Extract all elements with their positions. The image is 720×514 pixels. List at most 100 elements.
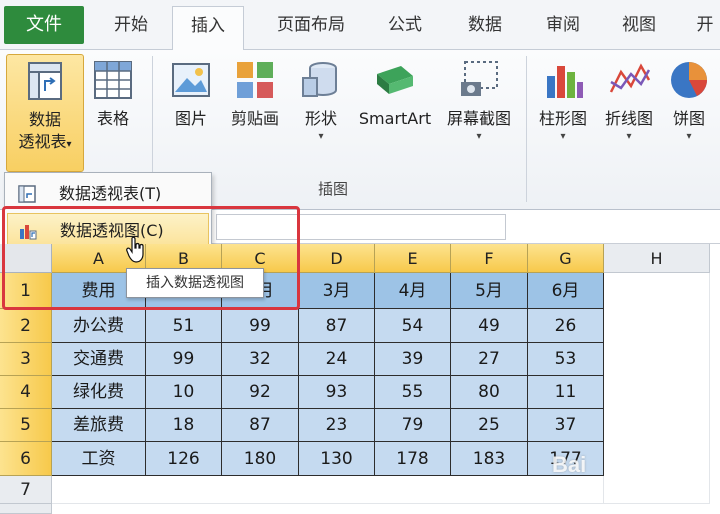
column-header-d[interactable]: D xyxy=(299,244,375,273)
pie-chart-label: 饼图 xyxy=(672,109,705,128)
table-cell[interactable]: 24 xyxy=(299,343,375,376)
screenshot-dropdown-arrow: ▾ xyxy=(476,131,482,142)
table-cell[interactable]: 99 xyxy=(146,343,222,376)
tab-review[interactable]: 审阅 xyxy=(530,12,596,38)
menu-item-pivot-table-label: 数据透视表(T) xyxy=(59,184,162,203)
tab-page-layout[interactable]: 页面布局 xyxy=(256,12,366,38)
row-header-7[interactable]: 7 xyxy=(0,476,52,504)
tab-data[interactable]: 数据 xyxy=(452,12,518,38)
tab-file[interactable]: 文件 xyxy=(4,6,84,44)
table-cell[interactable]: 93 xyxy=(299,376,375,409)
table-cell[interactable]: 绿化费 xyxy=(52,376,146,409)
pivot-table-icon xyxy=(28,62,62,100)
table-cell[interactable]: 178 xyxy=(375,442,451,476)
empty-cells-column-h[interactable] xyxy=(604,273,710,504)
table-cell[interactable]: 26 xyxy=(528,309,604,343)
column-chart-button[interactable]: 柱形图 ▾ xyxy=(532,58,594,144)
mouse-cursor-icon xyxy=(126,236,144,263)
tab-more[interactable]: 开 xyxy=(690,12,720,38)
table-cell[interactable]: 87 xyxy=(222,409,299,442)
clipart-button[interactable]: 剪贴画 xyxy=(222,58,288,130)
table-cell[interactable]: 49 xyxy=(451,309,528,343)
pivot-chart-tooltip: 插入数据透视图 xyxy=(126,268,264,298)
table-cell[interactable]: 23 xyxy=(299,409,375,442)
pivot-table-button[interactable]: 数据 透视表▾ xyxy=(6,54,84,172)
table-cell[interactable]: 25 xyxy=(451,409,528,442)
table-cell[interactable]: 办公费 xyxy=(52,309,146,343)
row-header-3[interactable]: 3 xyxy=(0,343,52,376)
pivot-table-label-1: 数据 xyxy=(28,110,61,129)
table-header-cell[interactable]: 4月 xyxy=(375,273,451,309)
table-header-cell[interactable]: 6月 xyxy=(528,273,604,309)
picture-icon xyxy=(172,63,210,97)
row-header-5[interactable]: 5 xyxy=(0,409,52,442)
table-cell[interactable]: 39 xyxy=(375,343,451,376)
table-cell[interactable]: 87 xyxy=(299,309,375,343)
table-header-cell[interactable]: 5月 xyxy=(451,273,528,309)
table-cell[interactable]: 53 xyxy=(528,343,604,376)
table-cell[interactable]: 11 xyxy=(528,376,604,409)
column-header-e[interactable]: E xyxy=(375,244,451,273)
row-header-2[interactable]: 2 xyxy=(0,309,52,343)
table-cell[interactable]: 27 xyxy=(451,343,528,376)
table-cell[interactable]: 130 xyxy=(299,442,375,476)
table-cell[interactable]: 180 xyxy=(222,442,299,476)
formula-bar-area xyxy=(212,210,720,244)
line-chart-button[interactable]: 折线图 ▾ xyxy=(598,58,660,144)
table-cell[interactable]: 32 xyxy=(222,343,299,376)
select-all-corner[interactable] xyxy=(0,244,52,273)
table-button[interactable]: 表格 xyxy=(88,58,138,130)
table-cell[interactable]: 51 xyxy=(146,309,222,343)
smartart-button[interactable]: SmartArt xyxy=(352,58,438,130)
tab-formulas[interactable]: 公式 xyxy=(372,12,438,38)
table-cell[interactable]: 交通费 xyxy=(52,343,146,376)
clipart-icon xyxy=(237,62,273,98)
menu-item-pivot-chart[interactable]: 数据透视图(C) xyxy=(7,213,209,247)
tab-view[interactable]: 视图 xyxy=(606,12,672,38)
line-chart-icon xyxy=(609,63,651,93)
table-cell[interactable]: 37 xyxy=(528,409,604,442)
table-cell[interactable]: 工资 xyxy=(52,442,146,476)
tab-home[interactable]: 开始 xyxy=(96,12,166,38)
screenshot-button[interactable]: 屏幕截图 ▾ xyxy=(438,58,520,144)
group-label-illustrations: 插图 xyxy=(318,180,349,198)
column-header-h[interactable]: H xyxy=(604,244,710,273)
pivot-table-small-icon xyxy=(18,185,36,203)
shapes-dropdown-arrow: ▾ xyxy=(318,131,324,142)
table-cell[interactable]: 55 xyxy=(375,376,451,409)
shapes-icon xyxy=(302,62,337,97)
table-cell[interactable]: 183 xyxy=(451,442,528,476)
column-header-g[interactable]: G xyxy=(528,244,604,273)
group-separator xyxy=(526,56,527,202)
table-cell[interactable]: 10 xyxy=(146,376,222,409)
row-header-4[interactable]: 4 xyxy=(0,376,52,409)
row-header-1[interactable]: 1 xyxy=(0,273,52,309)
line-chart-label: 折线图 xyxy=(604,109,653,128)
table-cell[interactable]: 99 xyxy=(222,309,299,343)
table-cell[interactable]: 92 xyxy=(222,376,299,409)
picture-label: 图片 xyxy=(174,109,207,128)
column-header-f[interactable]: F xyxy=(451,244,528,273)
menu-item-pivot-table[interactable]: 数据透视表(T) xyxy=(7,177,209,211)
tab-insert[interactable]: 插入 xyxy=(172,6,244,51)
pivot-table-label-2: 透视表▾ xyxy=(7,131,83,156)
table-cell[interactable]: 79 xyxy=(375,409,451,442)
table-cell[interactable]: 54 xyxy=(375,309,451,343)
empty-cells-row-7[interactable] xyxy=(52,476,604,504)
table-cell[interactable]: 18 xyxy=(146,409,222,442)
pie-chart-dropdown-arrow: ▾ xyxy=(686,131,692,142)
shapes-button[interactable]: 形状 ▾ xyxy=(294,58,348,144)
formula-input[interactable] xyxy=(216,214,506,240)
table-cell[interactable]: 126 xyxy=(146,442,222,476)
picture-button[interactable]: 图片 xyxy=(162,58,220,130)
column-chart-dropdown-arrow: ▾ xyxy=(560,131,566,142)
table-cell[interactable]: 差旅费 xyxy=(52,409,146,442)
table-cell[interactable]: 80 xyxy=(451,376,528,409)
pivot-dropdown-menu: 数据透视表(T) 数据透视图(C) xyxy=(4,172,212,250)
screenshot-icon xyxy=(461,61,498,96)
pie-chart-icon xyxy=(671,62,707,98)
row-header-8[interactable] xyxy=(0,504,52,514)
table-header-cell[interactable]: 3月 xyxy=(299,273,375,309)
row-header-6[interactable]: 6 xyxy=(0,442,52,476)
pie-chart-button[interactable]: 饼图 ▾ xyxy=(664,58,714,144)
